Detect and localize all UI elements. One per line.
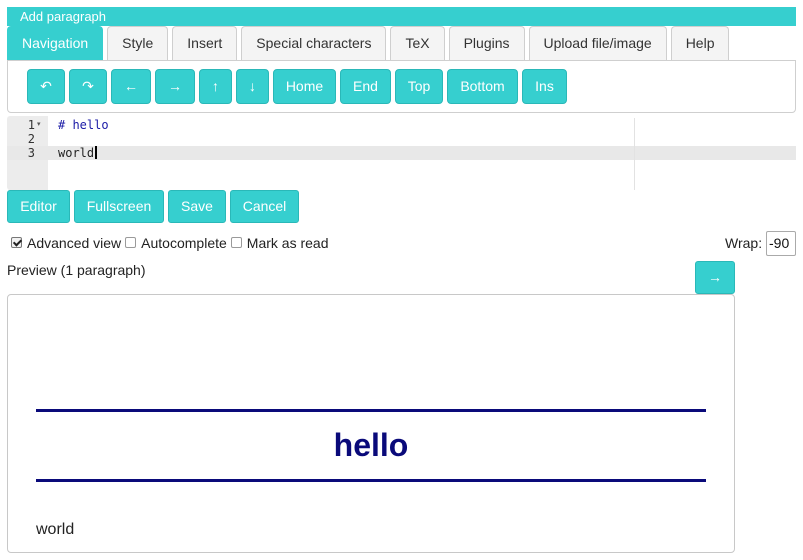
fold-arrow-icon[interactable]: ▾ bbox=[37, 118, 41, 132]
dialog-title-bar: Add paragraph bbox=[7, 7, 796, 26]
print-margin bbox=[634, 118, 635, 190]
tab-bar: Navigation Style Insert Special characte… bbox=[7, 26, 730, 61]
options-row: Advanced view Autocomplete Mark as read bbox=[11, 234, 332, 252]
line-number: 1 bbox=[27, 118, 35, 132]
cursor-right-button[interactable]: → bbox=[155, 69, 195, 104]
tab-help[interactable]: Help bbox=[670, 26, 730, 60]
code-line[interactable]: # hello bbox=[58, 118, 109, 132]
home-button[interactable]: Home bbox=[273, 69, 336, 104]
heading-rule-bottom bbox=[36, 479, 706, 482]
code-editor[interactable]: 1 ▾ 2 3 # hello world bbox=[7, 116, 796, 190]
end-button[interactable]: End bbox=[340, 69, 391, 104]
cursor-up-button[interactable]: ↑ bbox=[199, 69, 232, 104]
line-number: 2 bbox=[27, 132, 35, 146]
editor-button[interactable]: Editor bbox=[7, 190, 70, 223]
top-button[interactable]: Top bbox=[395, 69, 443, 104]
preview-next-button[interactable]: → bbox=[695, 261, 735, 294]
code-line-text: world bbox=[58, 146, 95, 160]
preview-label: Preview (1 paragraph) bbox=[7, 262, 146, 278]
undo-button[interactable]: ↶ bbox=[27, 69, 65, 104]
advanced-view-label[interactable]: Advanced view bbox=[27, 235, 121, 251]
tab-insert[interactable]: Insert bbox=[172, 26, 238, 60]
cancel-button[interactable]: Cancel bbox=[230, 190, 299, 223]
tab-plugins[interactable]: Plugins bbox=[448, 26, 525, 60]
heading-rule-top bbox=[36, 409, 706, 412]
code-line-active[interactable]: world bbox=[58, 146, 98, 160]
navigation-toolbar: ↶ ↷ ← → ↑ ↓ Home End Top Bottom Ins bbox=[7, 60, 796, 113]
advanced-view-checkbox[interactable] bbox=[11, 236, 22, 248]
mark-as-read-checkbox[interactable] bbox=[230, 236, 242, 248]
tab-special-characters[interactable]: Special characters bbox=[241, 26, 387, 60]
cursor-down-button[interactable]: ↓ bbox=[236, 69, 269, 104]
save-button[interactable]: Save bbox=[168, 190, 226, 223]
bottom-button[interactable]: Bottom bbox=[447, 69, 518, 104]
preview-heading: hello bbox=[333, 427, 409, 463]
redo-button[interactable]: ↷ bbox=[69, 69, 107, 104]
wrap-label: Wrap: bbox=[725, 235, 763, 251]
preview-pane: hello world bbox=[7, 294, 735, 553]
tab-style[interactable]: Style bbox=[107, 26, 169, 60]
tab-upload[interactable]: Upload file/image bbox=[528, 26, 667, 60]
line-number: 3 bbox=[27, 146, 35, 160]
active-line-highlight bbox=[7, 146, 796, 160]
fullscreen-button[interactable]: Fullscreen bbox=[74, 190, 164, 223]
text-cursor bbox=[95, 146, 98, 159]
cursor-left-button[interactable]: ← bbox=[111, 69, 151, 104]
autocomplete-label[interactable]: Autocomplete bbox=[141, 235, 227, 251]
preview-paragraph: world bbox=[36, 521, 75, 538]
ins-button[interactable]: Ins bbox=[522, 69, 567, 104]
tab-navigation[interactable]: Navigation bbox=[7, 26, 104, 61]
autocomplete-checkbox[interactable] bbox=[125, 236, 137, 248]
mark-as-read-label[interactable]: Mark as read bbox=[247, 235, 329, 251]
wrap-input[interactable]: -90 bbox=[766, 231, 796, 256]
tab-tex[interactable]: TeX bbox=[390, 26, 445, 60]
dialog-title: Add paragraph bbox=[20, 9, 107, 24]
